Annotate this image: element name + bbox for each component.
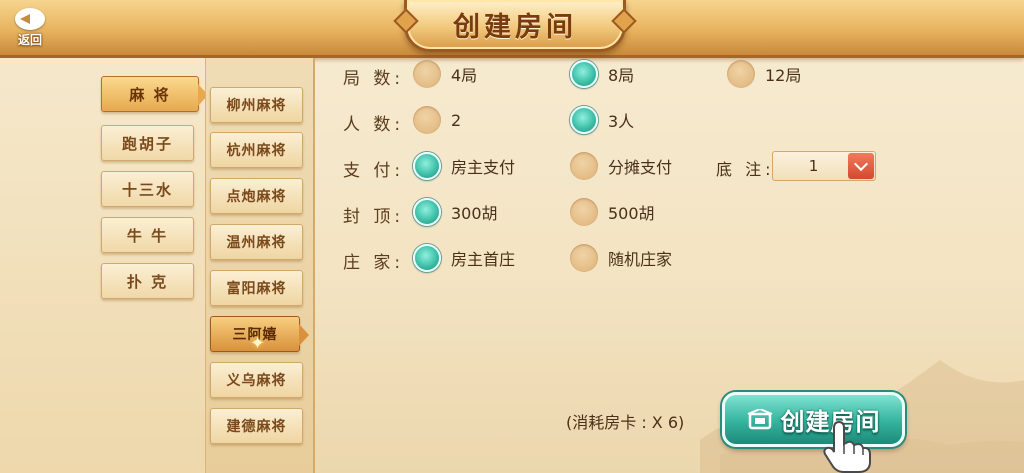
back-label: 返回 [17, 33, 42, 47]
subgame-item[interactable]: 温州麻将 [210, 224, 303, 260]
category-poker[interactable]: 扑 克 [101, 263, 194, 299]
dealer-option-random[interactable]: 随机庄家 [570, 244, 672, 272]
subgame-item[interactable]: 富阳麻将 [210, 270, 303, 306]
radio-checked-icon [413, 152, 441, 180]
radio-icon [413, 106, 441, 134]
dealer-option-owner-first[interactable]: 房主首庄 [413, 244, 515, 272]
radio-icon [570, 244, 598, 272]
payment-option-split[interactable]: 分摊支付 [570, 152, 672, 180]
rounds-option-4[interactable]: 4局 [413, 60, 477, 88]
radio-icon [570, 198, 598, 226]
cap-option-500[interactable]: 500胡 [570, 198, 655, 226]
back-button[interactable]: 返回 [6, 4, 54, 52]
category-mahjong[interactable]: 麻 将 [101, 76, 208, 112]
room-icon [747, 408, 772, 429]
base-bet-value: 1 [808, 157, 819, 175]
payment-label: 支 付: [343, 161, 405, 181]
subgame-item[interactable]: 杭州麻将 [210, 132, 303, 168]
dealer-label: 庄 家: [343, 253, 405, 273]
cap-option-300[interactable]: 300胡 [413, 198, 498, 226]
radio-checked-icon [413, 244, 441, 272]
rounds-label: 局 数: [343, 69, 405, 89]
page-title: 创建房间 [453, 12, 577, 43]
players-label: 人 数: [343, 115, 405, 135]
rounds-option-12[interactable]: 12局 [727, 60, 801, 88]
players-option-3[interactable]: 3人 [570, 106, 634, 134]
category-niuniu[interactable]: 牛 牛 [101, 217, 194, 253]
room-card-cost: (消耗房卡 : X 6) [566, 413, 685, 432]
radio-checked-icon [413, 198, 441, 226]
category-shisanshui[interactable]: 十三水 [101, 171, 194, 207]
payment-option-owner[interactable]: 房主支付 [413, 152, 515, 180]
rounds-option-8[interactable]: 8局 [570, 60, 634, 88]
radio-icon [727, 60, 755, 88]
subgame-item[interactable]: 点炮麻将 [210, 178, 303, 214]
pointing-hand-icon [823, 420, 871, 473]
create-room-button[interactable]: 创建房间 [722, 392, 905, 447]
category-paohuzi[interactable]: 跑胡子 [101, 125, 194, 161]
players-option-2[interactable]: 2 [413, 106, 461, 134]
radio-checked-icon [570, 106, 598, 134]
subgame-item[interactable]: 柳州麻将 [210, 87, 303, 123]
chevron-down-icon[interactable] [848, 153, 874, 179]
sparkle-icon: ✦ [250, 333, 266, 354]
radio-icon [570, 152, 598, 180]
radio-icon [413, 60, 441, 88]
subgame-item[interactable]: 建德麻将 [210, 408, 303, 444]
base-bet-dropdown[interactable]: 1 [772, 151, 876, 181]
base-bet-label: 底 注: [716, 160, 775, 179]
title-plate: 创建房间 [404, 0, 626, 52]
radio-checked-icon [570, 60, 598, 88]
back-arrow-icon [15, 8, 45, 30]
subgame-item[interactable]: 义乌麻将 [210, 362, 303, 398]
cap-label: 封 顶: [343, 207, 405, 227]
